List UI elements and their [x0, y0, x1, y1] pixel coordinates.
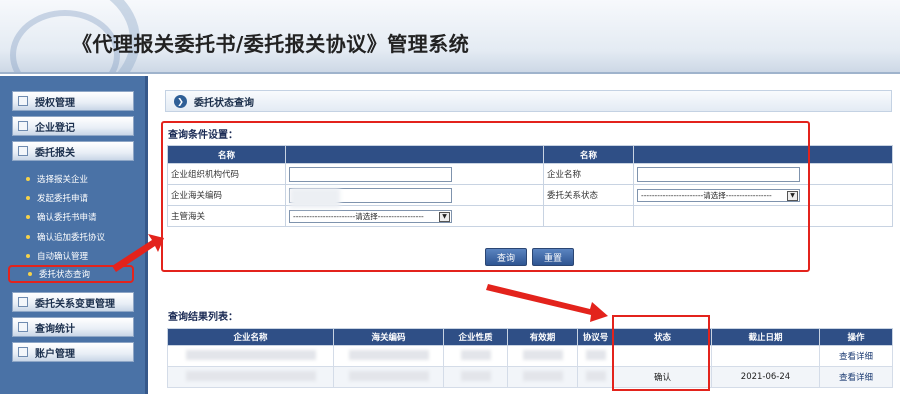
sidebar-item-label: 企业登记 [35, 122, 75, 134]
submenu-item-label: 选择报关企业 [37, 175, 89, 185]
sidebar-item-label: 账户管理 [35, 348, 75, 360]
deadline-cell: 2021-06-24 [711, 366, 820, 388]
column-header: 企业名称 [167, 328, 334, 346]
submenu-item-confirm-request[interactable]: 确认委托书申请 [22, 208, 138, 226]
agreement-no-cell [577, 345, 614, 367]
menu-square-icon [18, 322, 28, 332]
menu-square-icon [18, 297, 28, 307]
action-cell: 查看详细 [819, 345, 893, 367]
redacted-text [522, 349, 563, 360]
action-cell: 查看详细 [819, 366, 893, 388]
app-header: 《代理报关委托书/委托报关协议》管理系统 [0, 0, 900, 74]
column-header: 海关编码 [333, 328, 444, 346]
bullet-dot-icon [26, 177, 30, 181]
column-header: 企业性质 [443, 328, 508, 346]
results-table: 企业名称 海关编码 企业性质 有效期 协议号 状态 截止日期 操作 查看详细 确… [167, 328, 893, 388]
bullet-dot-icon [26, 215, 30, 219]
company-name-cell [167, 366, 334, 388]
sidebar-item-label: 委托关系变更管理 [35, 298, 115, 310]
table-row[interactable]: 查看详细 [167, 345, 893, 367]
agreement-no-cell [577, 366, 614, 388]
menu-square-icon [18, 146, 28, 156]
submenu-item-select-agent[interactable]: 选择报关企业 [22, 170, 138, 188]
sidebar-item-label: 授权管理 [35, 97, 75, 109]
results-header-row: 企业名称 海关编码 企业性质 有效期 协议号 状态 截止日期 操作 [167, 328, 893, 346]
submenu-item-initiate-request[interactable]: 发起委托申请 [22, 189, 138, 207]
submenu-item-status-query[interactable]: 委托状态查询 [8, 265, 134, 283]
redacted-text [348, 370, 429, 381]
company-name-cell [167, 345, 334, 367]
table-row[interactable]: 确认 2021-06-24 查看详细 [167, 366, 893, 388]
bullet-dot-icon [26, 196, 30, 200]
submenu-item-confirm-additional[interactable]: 确认追加委托协议 [22, 228, 138, 246]
redacted-text [460, 349, 491, 360]
redacted-text [185, 370, 316, 381]
redacted-text [585, 370, 606, 381]
submenu-item-auto-confirm[interactable]: 自动确认管理 [22, 247, 138, 265]
view-detail-link[interactable]: 查看详细 [839, 352, 873, 362]
view-detail-link[interactable]: 查看详细 [839, 373, 873, 383]
menu-square-icon [18, 96, 28, 106]
bullet-dot-icon [26, 254, 30, 258]
column-header: 协议号 [577, 328, 614, 346]
validity-cell [507, 366, 578, 388]
customs-code-cell [333, 345, 444, 367]
submenu-item-label: 委托状态查询 [39, 270, 91, 280]
menu-square-icon [18, 347, 28, 357]
submenu-item-label: 确认委托书申请 [37, 213, 97, 223]
results-section-title: 查询结果列表： [168, 312, 238, 323]
sidebar-item-enterprise-registration[interactable]: 企业登记 [12, 116, 134, 136]
validity-cell [507, 345, 578, 367]
panel-header: ❯ 委托状态查询 [165, 90, 892, 112]
redacted-text [348, 349, 429, 360]
redacted-text [585, 349, 606, 360]
deadline-cell [711, 345, 820, 367]
nature-cell [443, 366, 508, 388]
status-highlight-box [612, 315, 710, 391]
redacted-text [185, 349, 316, 360]
submenu-item-label: 确认追加委托协议 [37, 233, 106, 243]
sidebar-item-label: 委托报关 [35, 147, 75, 159]
bullet-dot-icon [28, 272, 32, 276]
query-highlight-box [161, 121, 810, 272]
submenu-item-label: 发起委托申请 [37, 194, 89, 204]
sidebar-item-account[interactable]: 账户管理 [12, 342, 134, 362]
sidebar-item-relation-change[interactable]: 委托关系变更管理 [12, 292, 134, 312]
column-header: 截止日期 [711, 328, 820, 346]
sidebar-item-label: 查询统计 [35, 323, 75, 335]
app-title: 《代理报关委托书/委托报关协议》管理系统 [72, 32, 470, 56]
panel-title: 委托状态查询 [194, 97, 254, 109]
sidebar-item-authorization[interactable]: 授权管理 [12, 91, 134, 111]
column-header: 操作 [819, 328, 893, 346]
redacted-text [460, 370, 491, 381]
sidebar: 授权管理 企业登记 委托报关 选择报关企业 发起委托申请 确认委托书申请 确认追… [0, 76, 148, 394]
sidebar-item-entrusted-declaration[interactable]: 委托报关 [12, 141, 134, 161]
nature-cell [443, 345, 508, 367]
customs-code-cell [333, 366, 444, 388]
redacted-text [522, 370, 563, 381]
column-header: 有效期 [507, 328, 578, 346]
sidebar-item-statistics[interactable]: 查询统计 [12, 317, 134, 337]
arrow-to-status-column [486, 284, 608, 322]
bullet-dot-icon [26, 235, 30, 239]
menu-square-icon [18, 121, 28, 131]
submenu-item-label: 自动确认管理 [37, 252, 89, 262]
chevron-right-circle-icon: ❯ [174, 94, 187, 108]
